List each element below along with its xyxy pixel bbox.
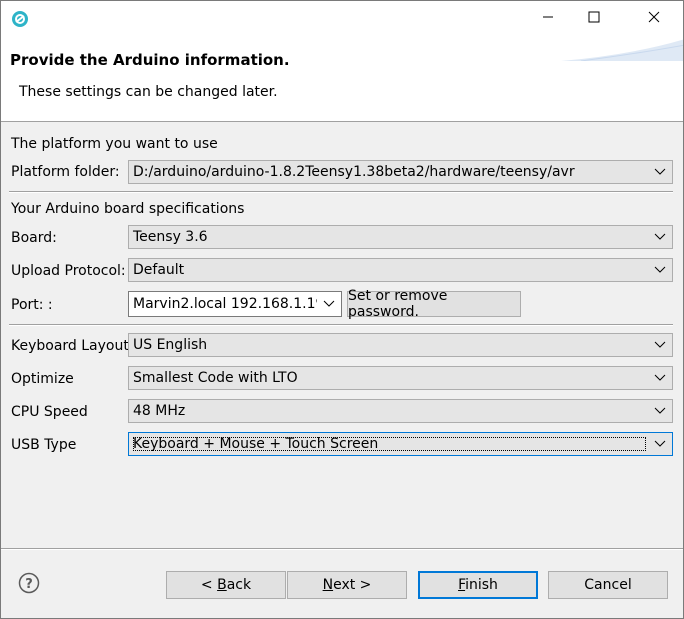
keyboard-layout-label: Keyboard Layout (11, 338, 129, 354)
platform-section-label: The platform you want to use (11, 136, 218, 152)
upload-protocol-select[interactable]: Default (128, 258, 673, 282)
footer-separator (1, 548, 683, 550)
board-select[interactable]: Teensy 3.6 (128, 225, 673, 249)
chevron-down-icon (317, 293, 341, 315)
maximize-icon (588, 11, 600, 27)
chevron-down-icon (648, 433, 672, 455)
cpu-speed-label: CPU Speed (11, 404, 88, 420)
cancel-button[interactable]: Cancel (548, 571, 668, 599)
port-label: Port: : (11, 297, 53, 313)
chevron-down-icon (648, 400, 672, 422)
usb-type-select[interactable]: Keyboard + Mouse + Touch Screen (128, 432, 673, 456)
minimize-icon (542, 11, 554, 27)
keyboard-layout-select[interactable]: US English (128, 333, 673, 357)
page-subtitle: These settings can be changed later. (19, 84, 278, 100)
upload-protocol-label: Upload Protocol: (11, 263, 126, 279)
next-button[interactable]: Next > (287, 571, 407, 599)
arduino-gear-icon (11, 10, 29, 28)
cpu-speed-value: 48 MHz (133, 403, 186, 419)
platform-folder-select[interactable]: D:/arduino/arduino-1.8.2Teensy1.38beta2/… (128, 160, 673, 184)
svg-text:?: ? (25, 577, 33, 592)
chevron-down-icon (648, 334, 672, 356)
minimize-button[interactable] (525, 2, 571, 36)
close-icon (648, 11, 660, 27)
board-label: Board: (11, 230, 57, 246)
board-section-label: Your Arduino board specifications (11, 201, 245, 217)
optimize-value: Smallest Code with LTO (133, 370, 298, 386)
usb-type-label: USB Type (11, 437, 77, 453)
finish-label: Finish (458, 577, 498, 593)
next-label: Next > (322, 577, 372, 593)
keyboard-layout-value: US English (133, 337, 208, 353)
finish-button[interactable]: Finish (418, 571, 538, 599)
back-label: < Back (200, 577, 252, 593)
close-button[interactable] (631, 2, 677, 36)
help-question-icon[interactable]: ? (18, 572, 40, 594)
maximize-button[interactable] (571, 2, 617, 36)
set-password-button[interactable]: Set or remove password. (347, 288, 521, 320)
separator (9, 324, 673, 326)
platform-folder-label: Platform folder: (11, 164, 120, 180)
page-title: Provide the Arduino information. (10, 51, 290, 69)
chevron-down-icon (648, 367, 672, 389)
upload-protocol-value: Default (133, 262, 185, 278)
back-button[interactable]: < Back (166, 571, 286, 599)
optimize-select[interactable]: Smallest Code with LTO (128, 366, 673, 390)
cpu-speed-select[interactable]: 48 MHz (128, 399, 673, 423)
wizard-header: Provide the Arduino information. These s… (1, 37, 683, 122)
chevron-down-icon (648, 161, 672, 183)
port-select[interactable]: Marvin2.local 192.168.1.192 (128, 291, 342, 317)
separator (9, 191, 673, 193)
chevron-down-icon (648, 259, 672, 281)
board-value: Teensy 3.6 (133, 229, 208, 245)
usb-type-value: Keyboard + Mouse + Touch Screen (131, 435, 648, 453)
title-bar (1, 1, 683, 37)
chevron-down-icon (648, 226, 672, 248)
platform-folder-value: D:/arduino/arduino-1.8.2Teensy1.38beta2/… (133, 164, 575, 180)
port-value: Marvin2.local 192.168.1.192 (133, 296, 317, 312)
optimize-label: Optimize (11, 371, 74, 387)
banner-graphic (561, 39, 683, 61)
